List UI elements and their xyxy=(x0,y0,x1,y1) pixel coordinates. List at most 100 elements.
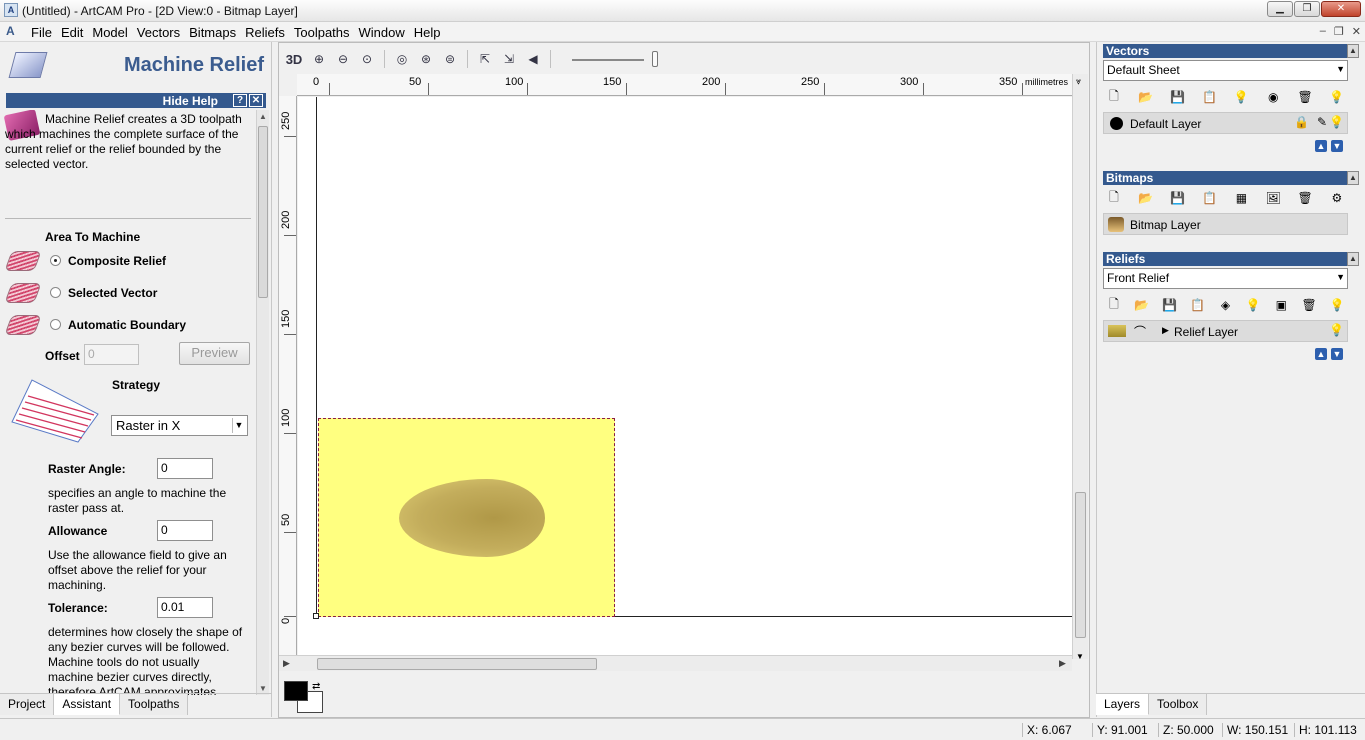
frame-icon[interactable]: ▣ xyxy=(1272,296,1290,314)
zoom-slider[interactable] xyxy=(572,49,662,69)
menu-reliefs[interactable]: Reliefs xyxy=(244,25,293,40)
raster-angle-input[interactable]: 0 xyxy=(157,458,213,479)
delete-icon[interactable]: 🗑 xyxy=(1296,189,1314,207)
new-layer-icon[interactable]: 🗋 xyxy=(1105,296,1123,314)
paste-icon[interactable]: 📋 xyxy=(1201,88,1219,106)
back-view-icon[interactable]: ◀ xyxy=(523,49,543,69)
collapse-icon[interactable]: ▲ xyxy=(1347,252,1359,266)
document-icon[interactable]: A xyxy=(6,24,15,38)
scroll-right-icon[interactable]: ▶ xyxy=(1059,658,1066,669)
lightbulb-icon[interactable]: 💡 xyxy=(1328,296,1346,314)
tab-assistant[interactable]: Assistant xyxy=(54,694,121,715)
maximize-button[interactable]: ❐ xyxy=(1294,1,1320,17)
view-menu-chevron-icon[interactable]: ⩔ xyxy=(1076,76,1081,87)
tab-toolbox[interactable]: Toolbox xyxy=(1149,694,1208,715)
hide-help-link[interactable]: Hide Help xyxy=(163,94,218,108)
drawing-canvas[interactable] xyxy=(298,97,1072,659)
visibility-icon[interactable]: 💡 xyxy=(1244,296,1262,314)
visibility-icon[interactable]: 💡 xyxy=(1232,88,1250,106)
relief-select[interactable]: Front Relief ▼ xyxy=(1103,268,1348,289)
menu-bitmaps[interactable]: Bitmaps xyxy=(188,25,244,40)
lightbulb-icon[interactable]: 💡 xyxy=(1329,323,1344,337)
zoom-fit-icon[interactable]: ⊙ xyxy=(357,49,377,69)
layer-color-icon[interactable] xyxy=(1110,117,1123,130)
primary-color-swatch[interactable] xyxy=(284,681,308,701)
scroll-up-icon[interactable]: ▲ xyxy=(259,112,267,121)
menu-edit[interactable]: Edit xyxy=(60,25,91,40)
settings-icon[interactable]: ⚙ xyxy=(1328,189,1346,207)
grayscale-icon[interactable]: ▦ xyxy=(1232,189,1250,207)
slider-knob[interactable] xyxy=(652,51,658,67)
view-vertical-scrollbar[interactable]: ⩔ ▼ xyxy=(1072,74,1088,661)
lightbulb-icon[interactable]: 💡 xyxy=(1328,88,1346,106)
composite-relief-radio[interactable] xyxy=(50,255,61,266)
close-button[interactable]: ✕ xyxy=(1321,1,1361,17)
mdi-minimize-icon[interactable]: – xyxy=(1320,25,1326,38)
menu-toolpaths[interactable]: Toolpaths xyxy=(293,25,358,40)
strategy-select[interactable]: Raster in X ▼ xyxy=(111,415,248,436)
move-up-icon[interactable]: ▲ xyxy=(1315,348,1327,360)
menu-window[interactable]: Window xyxy=(358,25,413,40)
zoom-window-icon[interactable]: ⊜ xyxy=(440,49,460,69)
menu-file[interactable]: File xyxy=(30,25,60,40)
tab-layers[interactable]: Layers xyxy=(1096,694,1150,715)
open-folder-icon[interactable]: 📂 xyxy=(1137,88,1155,106)
relief-mode-icon[interactable]: ⌒ xyxy=(1134,323,1146,340)
menu-help[interactable]: Help xyxy=(413,25,449,40)
lock-icon[interactable]: 🔒 xyxy=(1294,115,1309,129)
collapse-icon[interactable]: ▲ xyxy=(1347,171,1359,185)
scroll-right-start-icon[interactable]: ▶ xyxy=(283,658,290,669)
zoom-in-icon[interactable]: ⊕ xyxy=(309,49,329,69)
selected-vector-radio[interactable] xyxy=(50,287,61,298)
scrollbar-thumb[interactable] xyxy=(258,126,268,298)
lightbulb-icon[interactable]: 💡 xyxy=(1329,115,1344,129)
help-close-icon[interactable]: ✕ xyxy=(249,94,263,107)
mdi-restore-icon[interactable]: ❐ xyxy=(1334,25,1344,38)
automatic-boundary-radio[interactable] xyxy=(50,319,61,330)
save-icon[interactable]: 💾 xyxy=(1169,189,1187,207)
new-layer-icon[interactable]: 🗋 xyxy=(1105,189,1123,207)
tab-toolpaths[interactable]: Toolpaths xyxy=(120,694,189,715)
move-up-icon[interactable]: ▲ xyxy=(1315,140,1327,152)
relief-layer-row[interactable]: ⌒ ▶ Relief Layer 💡 xyxy=(1103,320,1348,342)
chevron-down-icon[interactable]: ▼ xyxy=(232,418,245,433)
bitmap-layer-row[interactable]: Bitmap Layer xyxy=(1103,213,1348,235)
delete-icon[interactable]: 🗑 xyxy=(1296,88,1314,106)
help-question-icon[interactable]: ? xyxy=(233,94,247,107)
preview-button[interactable]: Preview xyxy=(179,342,250,365)
scroll-down-icon[interactable]: ▼ xyxy=(1076,652,1084,661)
paste-icon[interactable]: 📋 xyxy=(1189,296,1207,314)
horizontal-scroll-thumb[interactable] xyxy=(317,658,597,670)
expand-arrow-icon[interactable]: ▶ xyxy=(1162,325,1169,336)
image-icon[interactable]: 🖼 xyxy=(1264,189,1282,207)
save-icon[interactable]: 💾 xyxy=(1161,296,1179,314)
3d-view-button[interactable]: 3D xyxy=(283,49,305,69)
layers-icon[interactable]: ◈ xyxy=(1217,296,1235,314)
scroll-down-icon[interactable]: ▼ xyxy=(259,684,267,693)
menu-model[interactable]: Model xyxy=(91,25,135,40)
vector-select-icon[interactable]: ⇱ xyxy=(475,49,495,69)
vertical-scroll-thumb[interactable] xyxy=(1075,492,1086,638)
chevron-down-icon[interactable]: ▼ xyxy=(1336,64,1345,74)
zoom-all-icon[interactable]: ◎ xyxy=(392,49,412,69)
edit-pen-icon[interactable]: ✎ xyxy=(1317,115,1327,129)
bitmap-layer-image[interactable] xyxy=(318,418,615,617)
zoom-selection-icon[interactable]: ⊛ xyxy=(416,49,436,69)
view-horizontal-scrollbar[interactable]: ▶ ▶ xyxy=(279,655,1072,671)
assistant-scrollbar[interactable]: ▲ ▼ xyxy=(256,110,269,695)
swap-colors-icon[interactable]: ⇄ xyxy=(312,681,320,692)
tolerance-input[interactable]: 0.01 xyxy=(157,597,213,618)
new-layer-icon[interactable]: 🗋 xyxy=(1105,88,1123,106)
vector-layer-row[interactable]: Default Layer 🔒 ✎ 💡 xyxy=(1103,112,1348,134)
option-composite-relief[interactable]: Composite Relief xyxy=(4,249,246,275)
delete-icon[interactable]: 🗑 xyxy=(1300,296,1318,314)
save-icon[interactable]: 💾 xyxy=(1169,88,1187,106)
chevron-down-icon[interactable]: ▼ xyxy=(1336,272,1345,282)
option-selected-vector[interactable]: Selected Vector xyxy=(4,281,246,307)
offset-input[interactable]: 0 xyxy=(84,344,139,365)
move-down-icon[interactable]: ▼ xyxy=(1331,140,1343,152)
mdi-close-icon[interactable]: ✕ xyxy=(1352,25,1361,38)
paste-icon[interactable]: 📋 xyxy=(1201,189,1219,207)
color-wheel-icon[interactable]: ◉ xyxy=(1264,88,1282,106)
menu-vectors[interactable]: Vectors xyxy=(136,25,188,40)
